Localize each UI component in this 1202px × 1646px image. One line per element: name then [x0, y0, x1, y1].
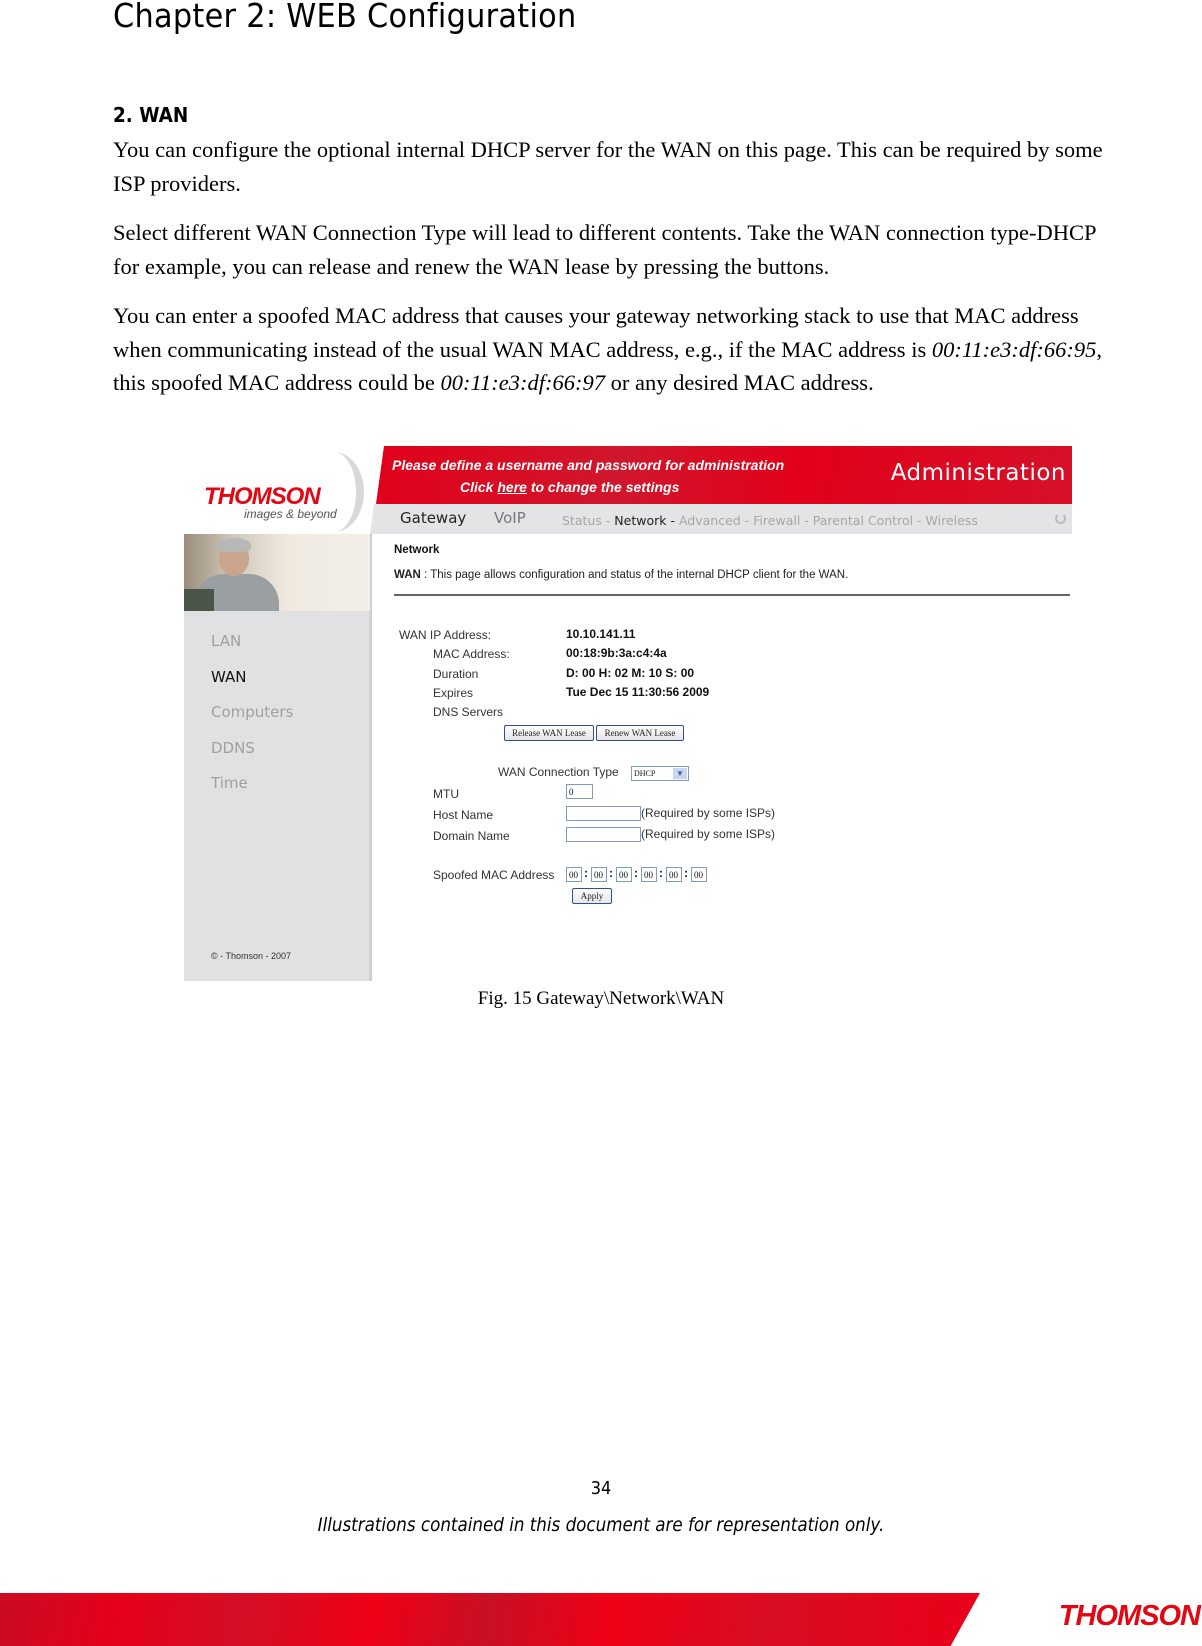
chapter-title: Chapter 2: WEB Configuration — [113, 0, 577, 35]
spoofed-mac-octet-4[interactable] — [641, 867, 657, 882]
sidebar-menu: LAN WAN Computers DDNS Time — [211, 632, 293, 810]
host-name-input[interactable] — [566, 806, 641, 821]
paragraph-intro: You can configure the optional internal … — [113, 137, 1103, 196]
renew-wan-lease-button[interactable]: Renew WAN Lease — [596, 725, 684, 741]
sidebar-item-computers[interactable]: Computers — [211, 703, 293, 739]
desc-text: : This page allows configuration and sta… — [420, 569, 849, 581]
mac-separator: : — [634, 866, 638, 880]
mac-separator: : — [684, 866, 688, 880]
paragraph-spoofed-mac: You can enter a spoofed MAC address that… — [113, 299, 1123, 400]
wan-connection-type-value: DHCP — [634, 769, 656, 778]
banner-text: to change the settings — [526, 479, 680, 495]
tab-gateway[interactable]: Gateway — [400, 509, 466, 527]
dns-servers-label: DNS Servers — [433, 705, 504, 719]
spoofed-mac-octet-6[interactable] — [691, 867, 707, 882]
here-link[interactable]: here — [497, 479, 527, 495]
chevron-down-icon: ▼ — [673, 768, 687, 779]
example-spoofed-mac: 00:11:e3:df:66:97 — [440, 370, 605, 395]
figure-caption: Fig. 15 Gateway\Network\WAN — [477, 988, 725, 1009]
section-title-administration: Administration — [890, 460, 1066, 486]
disclaimer: Illustrations contained in this document… — [317, 1514, 885, 1536]
refresh-icon[interactable] — [1055, 513, 1066, 524]
thomson-logo: THOMSON images & beyond — [184, 446, 374, 534]
example-mac: 00:11:e3:df:66:95 — [931, 336, 1097, 362]
mac-separator: : — [659, 866, 663, 880]
section-heading: 2. WAN — [113, 103, 189, 127]
sidebar-item-time[interactable]: Time — [211, 774, 293, 810]
sidebar-item-wan[interactable]: WAN — [211, 668, 293, 704]
wan-ip-value: 10.10.141.11 — [566, 627, 636, 641]
mtu-input[interactable] — [566, 784, 593, 799]
duration-label: Duration — [433, 667, 479, 681]
banner-text: Click — [460, 479, 498, 495]
footer-band — [0, 1593, 980, 1646]
mac-separator: : — [609, 866, 613, 880]
sidebar: LAN WAN Computers DDNS Time © - Thomson … — [184, 534, 372, 981]
copyright: © - Thomson - 2007 — [211, 951, 292, 961]
sidebar-photo — [184, 534, 370, 611]
spoofed-mac-octet-1[interactable] — [566, 867, 582, 882]
spoofed-mac-octet-5[interactable] — [666, 867, 682, 882]
apply-button[interactable]: Apply — [572, 888, 612, 904]
desc-label: WAN — [394, 569, 421, 581]
host-name-hint: (Required by some ISPs) — [641, 806, 776, 820]
content-title: Network — [394, 544, 440, 556]
domain-name-label: Domain Name — [433, 829, 510, 843]
admin-banner: Please define a username and password fo… — [376, 446, 1072, 504]
mac-address-label: MAC Address: — [433, 647, 510, 661]
mac-separator: : — [584, 866, 588, 880]
wan-ip-label: WAN IP Address: — [399, 628, 492, 642]
mac-address-value: 00:18:9b:3a:c4:4a — [566, 646, 667, 660]
divider — [394, 594, 1070, 596]
domain-name-hint: (Required by some ISPs) — [641, 827, 776, 841]
banner-link-line: Click here to change the settings — [460, 479, 679, 495]
banner-message: Please define a username and password fo… — [392, 457, 785, 473]
content-description: WAN : This page allows configuration and… — [394, 569, 848, 581]
logo-tagline: images & beyond — [244, 507, 337, 521]
subnav-status[interactable]: Status - — [562, 513, 614, 528]
subnav-advanced[interactable]: Advanced - — [679, 513, 753, 528]
paragraph-text: or any desired MAC address. — [605, 370, 874, 395]
sub-navigation: Status - Network - Advanced - Firewall -… — [562, 513, 978, 528]
footer-thomson-logo: THOMSON — [1058, 1600, 1201, 1632]
expires-value: Tue Dec 15 11:30:56 2009 — [566, 685, 710, 699]
subnav-network[interactable]: Network - — [614, 513, 679, 528]
host-name-label: Host Name — [433, 808, 494, 822]
spoofed-mac-label: Spoofed MAC Address — [433, 868, 555, 882]
paragraph-connection-type: Select different WAN Connection Type wil… — [113, 220, 1096, 279]
navigation-bar: Gateway VoIP Status - Network - Advanced… — [370, 504, 1072, 534]
wan-connection-type-label: WAN Connection Type — [498, 765, 619, 779]
spoofed-mac-octet-2[interactable] — [591, 867, 607, 882]
subnav-wireless[interactable]: Wireless — [926, 513, 978, 528]
sidebar-item-lan[interactable]: LAN — [211, 632, 293, 668]
figure-gateway-network-wan: THOMSON images & beyond Please define a … — [184, 446, 1072, 981]
sidebar-item-ddns[interactable]: DDNS — [211, 739, 293, 775]
spoofed-mac-octet-3[interactable] — [616, 867, 632, 882]
photo-laptop — [184, 589, 214, 611]
release-wan-lease-button[interactable]: Release WAN Lease — [504, 725, 594, 741]
tab-voip[interactable]: VoIP — [494, 509, 526, 527]
photo-person-hair — [217, 538, 251, 552]
mtu-label: MTU — [433, 787, 459, 801]
subnav-firewall[interactable]: Firewall - — [753, 513, 813, 528]
expires-label: Expires — [433, 686, 474, 700]
subnav-parental-control[interactable]: Parental Control - — [813, 513, 926, 528]
duration-value: D: 00 H: 02 M: 10 S: 00 — [566, 666, 695, 680]
page-number: 34 — [590, 1478, 612, 1499]
wan-connection-type-select[interactable]: DHCP ▼ — [631, 766, 689, 781]
domain-name-input[interactable] — [566, 827, 641, 842]
